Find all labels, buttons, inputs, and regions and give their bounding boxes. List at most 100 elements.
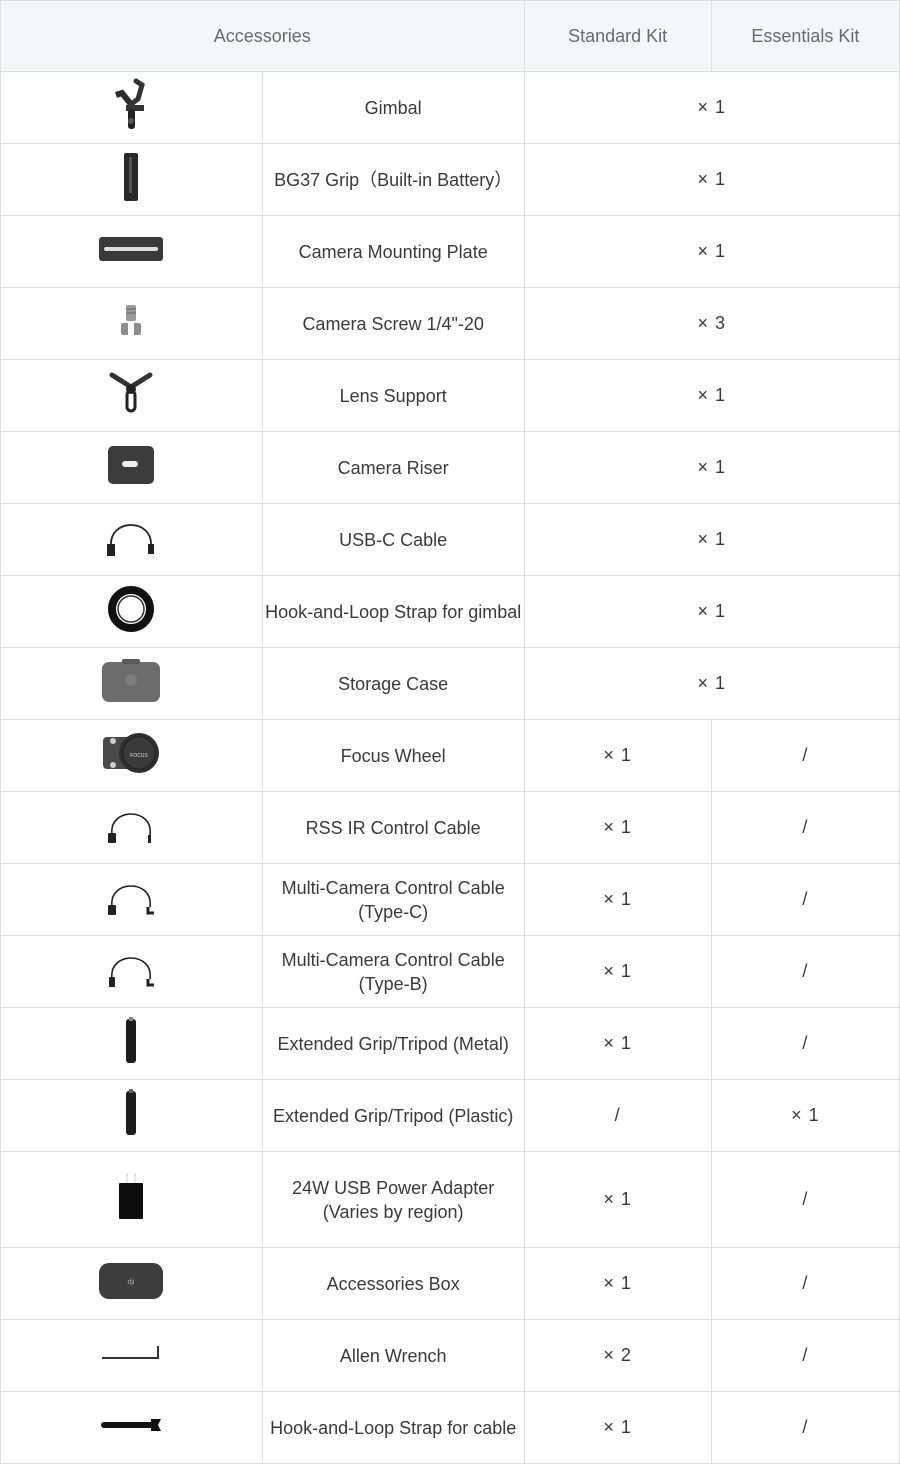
table-row: Multi-Camera Control Cable (Type-B) × 1/ (0, 935, 900, 1008)
quantity-essentials-kit: / (710, 1151, 900, 1248)
item-name: Hook-and-Loop Strap for gimbal (265, 601, 522, 622)
table-row: Camera Mounting Plate × 1 (0, 215, 900, 288)
quantity-both-kits: × 1 (523, 503, 900, 576)
item-image-cell (0, 287, 263, 360)
usb-c-cable-icon (105, 514, 157, 565)
table-row: Camera Riser × 1 (0, 431, 900, 504)
table-row: Extended Grip/Tripod (Plastic) / × 1 (0, 1079, 900, 1152)
item-name-cell: Accessories Box (261, 1247, 525, 1320)
table-row: Lens Support × 1 (0, 359, 900, 432)
item-name-cell: Camera Riser (261, 431, 525, 504)
quantity-both-kits: × 1 (523, 359, 900, 432)
item-name-cell: Multi-Camera Control Cable (Type-C) (261, 863, 525, 936)
quantity-both-kits: × 1 (523, 575, 900, 648)
table-row: Hook-and-Loop Strap for gimbal × 1 (0, 575, 900, 648)
tripod-metal-icon (124, 1017, 138, 1070)
quantity-standard-kit: × 1 (523, 719, 712, 792)
table-row: Gimbal × 1 (0, 71, 900, 144)
item-name: BG37 Grip（Built-in Battery） (274, 169, 513, 190)
tripod-plastic-icon (124, 1089, 138, 1142)
item-image-cell (0, 863, 263, 936)
table-header-row: Accessories Standard Kit Essentials Kit (0, 0, 900, 72)
table-row: Extended Grip/Tripod (Metal) × 1/ (0, 1007, 900, 1080)
item-name-cell: Extended Grip/Tripod (Plastic) (261, 1079, 525, 1152)
item-image-cell (0, 215, 263, 288)
item-image-cell (0, 431, 263, 504)
quantity-essentials-kit: / (710, 719, 900, 792)
item-name-cell: Hook-and-Loop Strap for gimbal (261, 575, 525, 648)
quantity-standard-kit: × 1 (523, 863, 712, 936)
table-row: Camera Screw 1/4"-20 × 3 (0, 287, 900, 360)
camera-riser-icon (106, 444, 156, 491)
multi-cam-cable-c-icon (106, 875, 156, 924)
item-name: Hook-and-Loop Strap for cable (270, 1417, 517, 1438)
item-image-cell (0, 143, 263, 216)
item-name-note: (Varies by region) (322, 1201, 464, 1222)
rss-cable-icon (106, 803, 156, 852)
quantity-standard-kit: × 1 (523, 1247, 712, 1320)
quantity-both-kits: × 1 (523, 71, 900, 144)
item-name-cell: RSS IR Control Cable (261, 791, 525, 864)
quantity-essentials-kit: / (710, 1007, 900, 1080)
screw-icon (119, 303, 143, 344)
quantity-essentials-kit: / (710, 1247, 900, 1320)
item-image-cell (0, 1079, 263, 1152)
quantity-both-kits: × 1 (523, 431, 900, 504)
table-row: FOCUS Focus Wheel × 1/ (0, 719, 900, 792)
item-name-cell: Focus Wheel (261, 719, 525, 792)
item-image-cell (0, 503, 263, 576)
item-name-cell: Multi-Camera Control Cable (Type-B) (261, 935, 525, 1008)
quantity-standard-kit: / (523, 1079, 712, 1152)
item-image-cell (0, 359, 263, 432)
item-name-cell: Extended Grip/Tripod (Metal) (261, 1007, 525, 1080)
table-row: Storage Case × 1 (0, 647, 900, 720)
item-image-cell (0, 791, 263, 864)
item-image-cell (0, 575, 263, 648)
table-row: Hook-and-Loop Strap for cable × 1/ (0, 1391, 900, 1464)
item-name: Focus Wheel (340, 745, 446, 766)
item-name: Camera Screw 1/4"-20 (302, 313, 484, 334)
item-image-cell (0, 1007, 263, 1080)
item-name-cell: USB-C Cable (261, 503, 525, 576)
quantity-both-kits: × 1 (523, 647, 900, 720)
item-name: Allen Wrench (339, 1345, 447, 1366)
item-name-cell: BG37 Grip（Built-in Battery） (261, 143, 525, 216)
power-adapter-icon (118, 1173, 144, 1226)
item-name-cell: Allen Wrench (261, 1319, 525, 1392)
item-name: Extended Grip/Tripod (Plastic) (272, 1105, 514, 1126)
item-name-cell: Camera Mounting Plate (261, 215, 525, 288)
mounting-plate-icon (98, 235, 164, 268)
accessories-table: Accessories Standard Kit Essentials Kit … (0, 0, 900, 1464)
table-row: Allen Wrench × 2/ (0, 1319, 900, 1392)
item-image-cell (0, 1319, 263, 1392)
quantity-standard-kit: × 1 (523, 1007, 712, 1080)
quantity-standard-kit: × 1 (523, 791, 712, 864)
item-name-cell: Hook-and-Loop Strap for cable (261, 1391, 525, 1464)
table-row: dji Accessories Box × 1/ (0, 1247, 900, 1320)
quantity-standard-kit: × 1 (523, 1391, 712, 1464)
allen-wrench-icon (100, 1344, 162, 1367)
item-name-cell: Gimbal (261, 71, 525, 144)
item-image-cell (0, 1391, 263, 1464)
quantity-essentials-kit: / (710, 863, 900, 936)
gimbal-icon (106, 77, 156, 138)
item-name: Camera Riser (337, 457, 449, 478)
quantity-essentials-kit: × 1 (710, 1079, 900, 1152)
header-essentials-kit: Essentials Kit (710, 0, 900, 72)
table-row: BG37 Grip（Built-in Battery） × 1 (0, 143, 900, 216)
quantity-standard-kit: × 2 (523, 1319, 712, 1392)
item-name: Gimbal (364, 97, 422, 118)
storage-case-icon (100, 658, 162, 709)
svg-text:FOCUS: FOCUS (131, 753, 149, 759)
quantity-essentials-kit: / (710, 791, 900, 864)
item-image-cell (0, 71, 263, 144)
table-row: 24W USB Power Adapter (Varies by region) ×… (0, 1151, 900, 1248)
quantity-both-kits: × 1 (523, 143, 900, 216)
multi-cam-cable-b-icon (106, 947, 156, 996)
table-row: Multi-Camera Control Cable (Type-C) × 1/ (0, 863, 900, 936)
item-name: Camera Mounting Plate (298, 241, 488, 262)
lens-support-icon (108, 371, 154, 420)
quantity-both-kits: × 3 (523, 287, 900, 360)
quantity-essentials-kit: / (710, 1391, 900, 1464)
header-standard-kit: Standard Kit (523, 0, 712, 72)
